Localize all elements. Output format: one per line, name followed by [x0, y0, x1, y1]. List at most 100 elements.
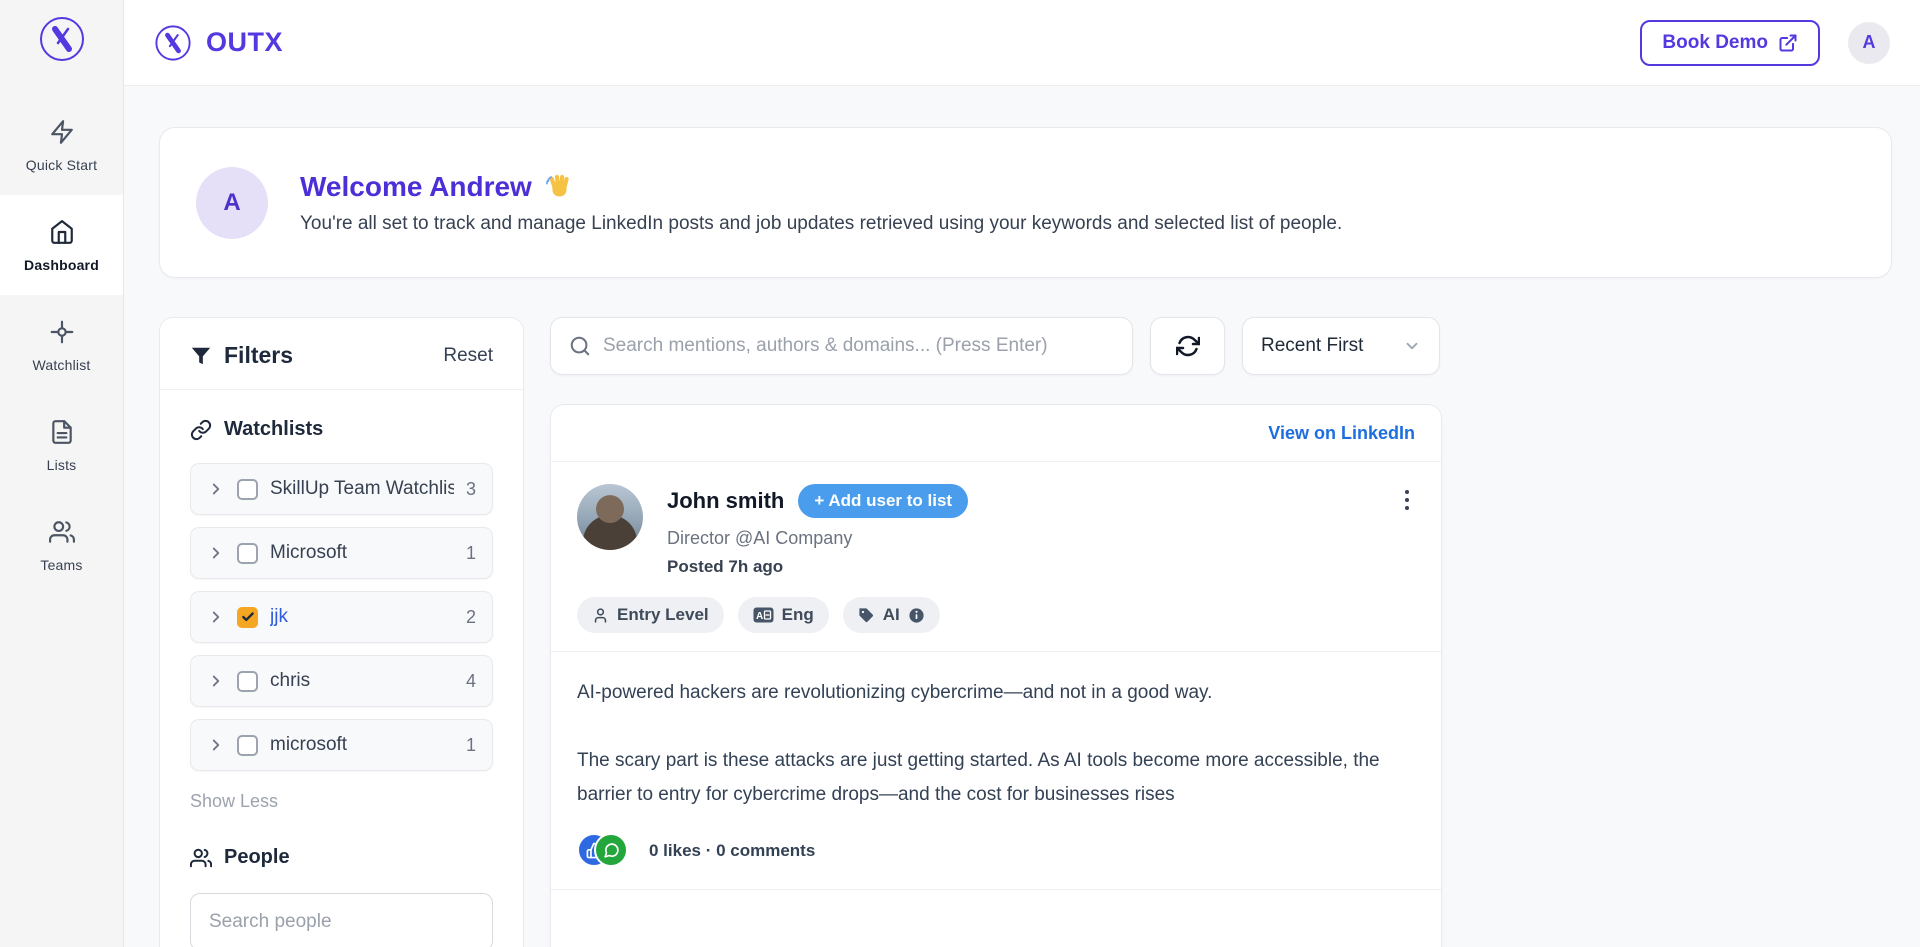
bolt-icon: [49, 119, 75, 145]
post-paragraph: AI-powered hackers are revolutionizing c…: [577, 676, 1415, 710]
watchlist-checkbox[interactable]: [237, 671, 258, 692]
post-menu-kebab-icon[interactable]: [1399, 484, 1415, 516]
badge-row: Entry Level A Eng: [551, 597, 1441, 652]
filters-title: Filters: [224, 342, 293, 369]
post-paragraph: The scary part is these attacks are just…: [577, 744, 1415, 812]
funnel-icon: [190, 345, 212, 367]
outx-logo-icon: [154, 24, 192, 62]
watchlist-count: 1: [466, 543, 476, 564]
reset-filters-button[interactable]: Reset: [443, 345, 493, 367]
person-icon: [592, 607, 609, 624]
tag-icon: [858, 607, 875, 624]
welcome-title: Welcome Andrew: [300, 171, 532, 203]
wave-emoji-icon: [544, 172, 574, 202]
sidebar-nav: Quick Start Dashboard Watchlist Lists Te…: [0, 95, 123, 595]
watchlist-name: SkillUp Team Watchlist: [270, 478, 454, 500]
watchlist-checkbox[interactable]: [237, 479, 258, 500]
watchlist-count: 1: [466, 735, 476, 756]
badge-entry-level: Entry Level: [577, 597, 724, 633]
file-text-icon: [49, 419, 75, 445]
users-icon: [49, 519, 75, 545]
sidebar-item-label: Teams: [40, 557, 82, 573]
watchlists-heading: Watchlists: [224, 418, 323, 441]
mentions-search-input[interactable]: [603, 335, 1114, 357]
outx-logo-icon[interactable]: [38, 15, 86, 63]
chevron-down-icon: [1403, 337, 1421, 355]
sidebar-item-teams[interactable]: Teams: [0, 495, 123, 595]
sidebar-item-lists[interactable]: Lists: [0, 395, 123, 495]
watchlist-count: 2: [466, 607, 476, 628]
watchlist-list: SkillUp Team Watchlist 3 Microsoft 1: [190, 463, 493, 771]
home-icon: [49, 219, 75, 245]
chevron-right-icon[interactable]: [207, 544, 225, 562]
watchlist-name: chris: [270, 670, 454, 692]
book-demo-button[interactable]: Book Demo: [1640, 20, 1820, 66]
people-heading: People: [224, 846, 290, 869]
svg-text:A: A: [756, 611, 763, 622]
brand-name: OUTX: [206, 27, 283, 58]
badge-label: Entry Level: [617, 605, 709, 625]
post-text: AI-powered hackers are revolutionizing c…: [551, 652, 1441, 811]
sidebar-item-label: Watchlist: [32, 357, 90, 373]
watchlist-checkbox[interactable]: [237, 735, 258, 756]
filters-panel: Filters Reset Watchlists: [159, 317, 524, 947]
badge-language: A Eng: [738, 597, 829, 633]
watchlist-row[interactable]: microsoft 1: [190, 719, 493, 771]
view-on-linkedin-link[interactable]: View on LinkedIn: [1268, 423, 1415, 444]
watchlist-count: 4: [466, 671, 476, 692]
watchlist-name: Microsoft: [270, 542, 454, 564]
main-content: A Welcome Andrew: [124, 86, 1920, 947]
chevron-right-icon[interactable]: [207, 608, 225, 626]
feed-toolbar: Recent First: [550, 317, 1442, 375]
watchlist-row[interactable]: SkillUp Team Watchlist 3: [190, 463, 493, 515]
sidebar: Quick Start Dashboard Watchlist Lists Te…: [0, 0, 124, 947]
sort-selected-value: Recent First: [1261, 335, 1363, 357]
link-icon: [190, 419, 212, 441]
feed-column: Recent First View on LinkedIn: [550, 317, 1442, 947]
sort-dropdown[interactable]: Recent First: [1242, 317, 1440, 375]
book-demo-label: Book Demo: [1662, 32, 1768, 54]
crosshair-icon: [49, 319, 75, 345]
welcome-banner: A Welcome Andrew: [159, 127, 1892, 278]
mentions-search[interactable]: [550, 317, 1133, 375]
engagement-row: 0 likes · 0 comments: [551, 811, 1441, 890]
people-search-input[interactable]: [190, 893, 493, 947]
watchlist-checkbox[interactable]: [237, 543, 258, 564]
show-less-button[interactable]: Show Less: [190, 791, 278, 812]
watchlist-row[interactable]: Microsoft 1: [190, 527, 493, 579]
top-header: OUTX Book Demo A: [124, 0, 1920, 86]
refresh-icon: [1176, 334, 1200, 358]
chevron-right-icon[interactable]: [207, 480, 225, 498]
refresh-button[interactable]: [1150, 317, 1225, 375]
sidebar-item-dashboard[interactable]: Dashboard: [0, 195, 123, 295]
chevron-right-icon[interactable]: [207, 672, 225, 690]
info-icon[interactable]: [908, 607, 925, 624]
sidebar-item-watchlist[interactable]: Watchlist: [0, 295, 123, 395]
watchlist-row[interactable]: chris 4: [190, 655, 493, 707]
watchlist-name: jjk: [270, 606, 454, 628]
posted-time: Posted 7h ago: [667, 557, 1399, 577]
people-icon: [190, 847, 212, 869]
engagement-stats: 0 likes · 0 comments: [649, 841, 815, 861]
reaction-icons: [577, 833, 631, 869]
add-user-to-list-button[interactable]: + Add user to list: [798, 484, 968, 518]
sidebar-item-quick-start[interactable]: Quick Start: [0, 95, 123, 195]
watchlist-row[interactable]: jjk 2: [190, 591, 493, 643]
language-icon: A: [753, 607, 774, 623]
brand[interactable]: OUTX: [154, 24, 283, 62]
watchlist-count: 3: [466, 479, 476, 500]
sidebar-item-label: Quick Start: [26, 157, 97, 173]
watchlist-checkbox-checked[interactable]: [237, 607, 258, 628]
badge-label: Eng: [782, 605, 814, 625]
badge-label: AI: [883, 605, 900, 625]
author-name: John smith: [667, 488, 784, 514]
welcome-avatar: A: [196, 167, 268, 239]
author-photo: [577, 484, 643, 550]
search-icon: [569, 335, 591, 357]
user-avatar[interactable]: A: [1848, 22, 1890, 64]
linkedin-post-card: View on LinkedIn John smith + Add user t…: [550, 404, 1442, 947]
sidebar-item-label: Dashboard: [24, 257, 99, 273]
badge-topic-ai[interactable]: AI: [843, 597, 940, 633]
comment-icon: [594, 833, 628, 867]
chevron-right-icon[interactable]: [207, 736, 225, 754]
